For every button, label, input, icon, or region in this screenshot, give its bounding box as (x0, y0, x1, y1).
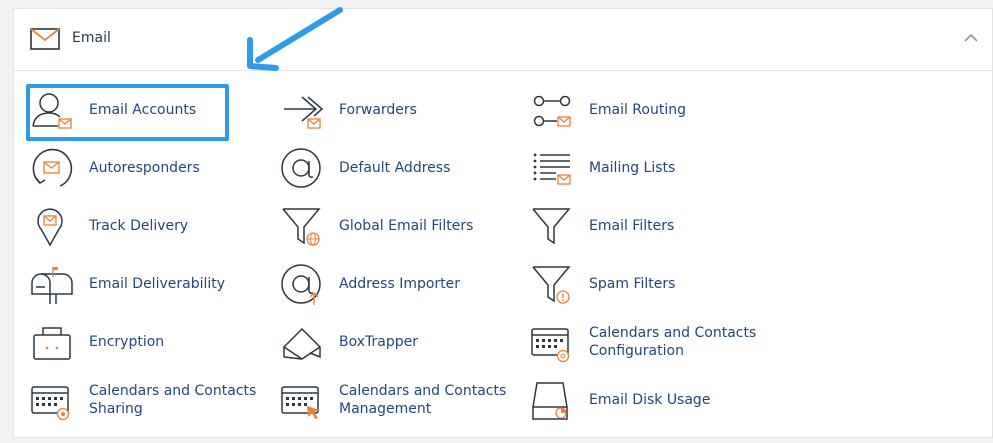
forwarders-item[interactable]: Forwarders (280, 85, 516, 135)
list-mail-icon (530, 147, 574, 189)
item-label: Spam Filters (589, 276, 676, 292)
chevron-up-icon[interactable] (964, 33, 978, 43)
item-label: Calendars and Contacts Management (339, 383, 507, 417)
forward-arrow-icon (280, 89, 324, 131)
filter-icon (530, 205, 574, 247)
calendars-contacts-configuration-item[interactable]: Calendars and Contacts Configuration (530, 317, 766, 367)
mailbox-icon (30, 263, 74, 305)
calendar-share-icon (30, 379, 74, 421)
item-label: Forwarders (339, 102, 417, 118)
calendar-manage-icon (280, 379, 324, 421)
encryption-item[interactable]: Encryption (30, 317, 266, 367)
user-mail-icon (30, 89, 74, 131)
filter-warning-icon (530, 263, 574, 305)
disk-usage-icon (530, 379, 574, 421)
at-import-icon (280, 263, 324, 305)
email-filters-item[interactable]: Email Filters (530, 201, 766, 251)
email-section-header[interactable]: Email (14, 9, 992, 71)
routing-toggle-icon (530, 89, 574, 131)
item-label: Default Address (339, 160, 451, 176)
boxtrapper-icon (280, 321, 324, 363)
item-label: Calendars and Contacts Configuration (589, 325, 757, 359)
email-routing-item[interactable]: Email Routing (530, 85, 766, 135)
item-label: Autoresponders (89, 160, 200, 176)
item-label: BoxTrapper (339, 334, 418, 350)
item-label: Global Email Filters (339, 218, 474, 234)
calendar-settings-icon (530, 321, 574, 363)
default-address-item[interactable]: Default Address (280, 143, 516, 193)
item-label: Address Importer (339, 276, 461, 292)
global-email-filters-item[interactable]: Global Email Filters (280, 201, 516, 251)
item-label: Email Routing (589, 102, 686, 118)
calendars-contacts-sharing-item[interactable]: Calendars and Contacts Sharing (30, 375, 266, 425)
at-sign-icon (280, 147, 324, 189)
email-disk-usage-item[interactable]: Email Disk Usage (530, 375, 766, 425)
item-label: Track Delivery (89, 218, 189, 234)
email-deliverability-item[interactable]: Email Deliverability (30, 259, 266, 309)
item-label: Email Accounts (89, 102, 197, 118)
boxtrapper-item[interactable]: BoxTrapper (280, 317, 516, 367)
item-label: Calendars and Contacts Sharing (89, 383, 257, 417)
address-importer-item[interactable]: Address Importer (280, 259, 516, 309)
track-delivery-item[interactable]: Track Delivery (30, 201, 266, 251)
spam-filters-item[interactable]: Spam Filters (530, 259, 766, 309)
location-pin-icon (30, 205, 74, 247)
item-label: Mailing Lists (589, 160, 676, 176)
item-label: Email Disk Usage (589, 392, 711, 408)
item-label: Email Filters (589, 218, 675, 234)
mailing-lists-item[interactable]: Mailing Lists (530, 143, 766, 193)
item-label: Encryption (89, 334, 165, 350)
briefcase-icon (30, 321, 74, 363)
autoresponders-item[interactable]: Autoresponders (30, 143, 266, 193)
email-accounts-item[interactable]: Email Accounts (30, 85, 266, 135)
calendars-contacts-management-item[interactable]: Calendars and Contacts Management (280, 375, 516, 425)
envelope-icon (30, 28, 60, 50)
autoresponder-icon (30, 147, 74, 189)
item-label: Email Deliverability (89, 276, 226, 292)
filter-globe-icon (280, 205, 324, 247)
section-title: Email (72, 30, 111, 46)
